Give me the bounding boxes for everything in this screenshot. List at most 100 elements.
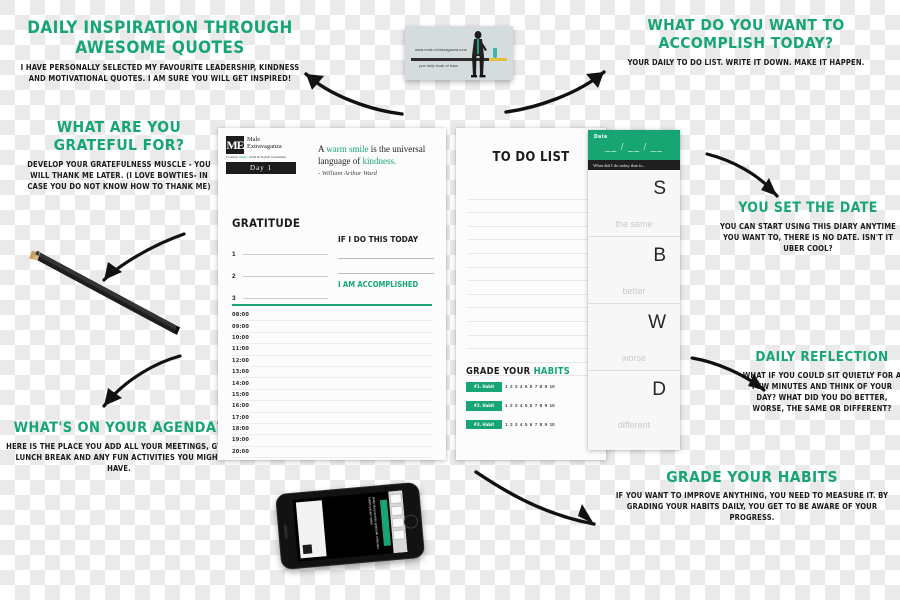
habit-row: #2. Habit 1 2 3 4 5 6 7 8 9 10: [466, 400, 598, 411]
if-box-line[interactable]: [338, 244, 434, 259]
schedule-row[interactable]: 10:00: [232, 333, 432, 345]
schedule-time: 13:00: [232, 369, 250, 376]
habit-scale-value[interactable]: 9: [545, 403, 548, 408]
habit-scale: 1 2 3 4 5 6 7 8 9 10: [505, 422, 555, 427]
habit-scale-value[interactable]: 7: [535, 403, 538, 408]
todo-line[interactable]: [468, 200, 594, 214]
schedule-row[interactable]: 12:00: [232, 356, 432, 367]
toolbar-icon[interactable]: [389, 493, 403, 505]
schedule-time: 11:00: [232, 346, 250, 353]
phone-body: Daily diary quotes gratitude reflection …: [275, 481, 426, 571]
gratitude-section-title: Gratitude: [232, 216, 301, 230]
date-label: Date: [594, 134, 608, 140]
phone-app-card: [295, 500, 327, 559]
habit-scale-value[interactable]: 4: [520, 384, 523, 389]
schedule-row[interactable]: 17:00: [232, 413, 432, 424]
habit-scale-value[interactable]: 8: [540, 403, 543, 408]
habit-scale-value[interactable]: 5: [525, 384, 528, 389]
annotation-daily-inspiration: Daily inspiration through awesome quotes…: [20, 18, 300, 84]
date-reflection-card: Date __ / __ / __ What did I do today th…: [588, 130, 680, 450]
habit-scale-value[interactable]: 1: [505, 384, 508, 389]
habit-scale-value[interactable]: 7: [535, 384, 538, 389]
habit-scale-value[interactable]: 8: [540, 422, 543, 427]
habit-scale-value[interactable]: 2: [510, 384, 513, 389]
gratitude-entry[interactable]: 3: [232, 280, 328, 302]
schedule-row[interactable]: 14:00: [232, 378, 432, 390]
habit-scale-value[interactable]: 6: [530, 403, 533, 408]
phone-screen[interactable]: Daily diary quotes gratitude reflection …: [292, 490, 408, 562]
todo-line[interactable]: [468, 295, 594, 309]
habit-scale-value[interactable]: 10: [550, 403, 555, 408]
toolbar-icon[interactable]: [390, 505, 404, 517]
reflection-row[interactable]: Sthe same: [588, 170, 680, 238]
schedule-row[interactable]: 20:00: [232, 447, 432, 459]
todo-line[interactable]: [468, 308, 594, 322]
logo-line-2: Extravaganza: [247, 143, 282, 151]
logo-line-1: Male: [247, 136, 261, 143]
reflection-row[interactable]: Wworse: [588, 304, 680, 372]
habit-scale-value[interactable]: 1: [505, 422, 508, 427]
reflection-row[interactable]: Bbetter: [588, 237, 680, 305]
todo-line[interactable]: [468, 281, 594, 295]
habit-label: #3. Habit: [466, 419, 502, 430]
schedule-row[interactable]: 15:00: [232, 390, 432, 402]
habit-scale-value[interactable]: 6: [530, 384, 533, 389]
habit-scale-value[interactable]: 6: [530, 422, 533, 427]
habit-scale-value[interactable]: 7: [535, 422, 538, 427]
todo-line[interactable]: [468, 213, 594, 227]
schedule-row[interactable]: 13:00: [232, 367, 432, 379]
toolbar-icon[interactable]: [391, 517, 405, 529]
todo-line[interactable]: [468, 268, 594, 282]
schedule-row[interactable]: 16:00: [232, 401, 432, 413]
habit-scale-value[interactable]: 2: [510, 422, 513, 427]
habit-scale-value[interactable]: 4: [520, 403, 523, 408]
brand-logo: ME Male Extravaganza Creating Happy, Kin…: [226, 136, 296, 174]
date-header: Date __ / __ / __: [588, 130, 680, 160]
habit-scale-value[interactable]: 3: [515, 384, 518, 389]
todo-line[interactable]: [468, 240, 594, 254]
phone-home-button[interactable]: [403, 514, 419, 530]
arrow-quotes-to-card: [304, 72, 404, 116]
date-input-slots[interactable]: __ / __ / __: [594, 142, 674, 153]
schedule-row[interactable]: 18:00: [232, 424, 432, 436]
todo-line[interactable]: [468, 186, 594, 200]
schedule-row[interactable]: 19:00: [232, 435, 432, 447]
schedule-time: 15:00: [232, 391, 250, 398]
todo-line[interactable]: [468, 349, 594, 363]
if-box-heading: If I do this today: [338, 234, 419, 244]
logo-tagline: Creating Happy, Kind & Stylish Gentlemen: [226, 155, 286, 159]
schedule-row[interactable]: 08:00: [232, 310, 432, 322]
gratitude-entry-line[interactable]: [243, 297, 328, 299]
gratitude-entry[interactable]: 1: [232, 236, 328, 258]
habit-scale-value[interactable]: 5: [525, 403, 528, 408]
habit-scale-value[interactable]: 3: [515, 403, 518, 408]
annotation-heading: Daily inspiration through awesome quotes: [27, 18, 293, 59]
business-card-url: www.male-extravaganza.com: [415, 48, 467, 52]
todo-line[interactable]: [468, 227, 594, 241]
habit-scale-value[interactable]: 10: [550, 384, 555, 389]
gratitude-entry-line[interactable]: [243, 275, 328, 277]
if-box-line[interactable]: [338, 259, 434, 274]
todo-line[interactable]: [468, 336, 594, 350]
schedule-row[interactable]: 11:00: [232, 344, 432, 356]
habit-rating-rows: #1. Habit 1 2 3 4 5 6 7 8 9 10 #2. Habit 1 2 3 4 5 6 7 8 9 10…: [466, 382, 598, 438]
reflection-row[interactable]: Ddifferent: [588, 371, 680, 437]
habit-scale-value[interactable]: 9: [545, 422, 548, 427]
habit-scale-value[interactable]: 10: [550, 422, 555, 427]
toolbar-icon[interactable]: [392, 529, 406, 541]
habit-scale-value[interactable]: 3: [515, 422, 518, 427]
habit-scale-value[interactable]: 2: [510, 403, 513, 408]
habit-scale-value[interactable]: 4: [520, 422, 523, 427]
habit-scale-value[interactable]: 9: [545, 384, 548, 389]
habit-scale-value[interactable]: 1: [505, 403, 508, 408]
qr-code-icon: [302, 544, 313, 555]
todo-line[interactable]: [468, 322, 594, 336]
reflection-sbwd-rows: Sthe same Bbetter Wworse Ddifferent: [588, 170, 680, 437]
gratitude-entry-line[interactable]: [243, 253, 328, 255]
gratitude-entry[interactable]: 2: [232, 258, 328, 280]
schedule-row[interactable]: 09:00: [232, 321, 432, 333]
todo-line[interactable]: [468, 254, 594, 268]
habit-scale-value[interactable]: 5: [525, 422, 528, 427]
habit-scale-value[interactable]: 8: [540, 384, 543, 389]
todo-write-lines[interactable]: [468, 186, 594, 377]
